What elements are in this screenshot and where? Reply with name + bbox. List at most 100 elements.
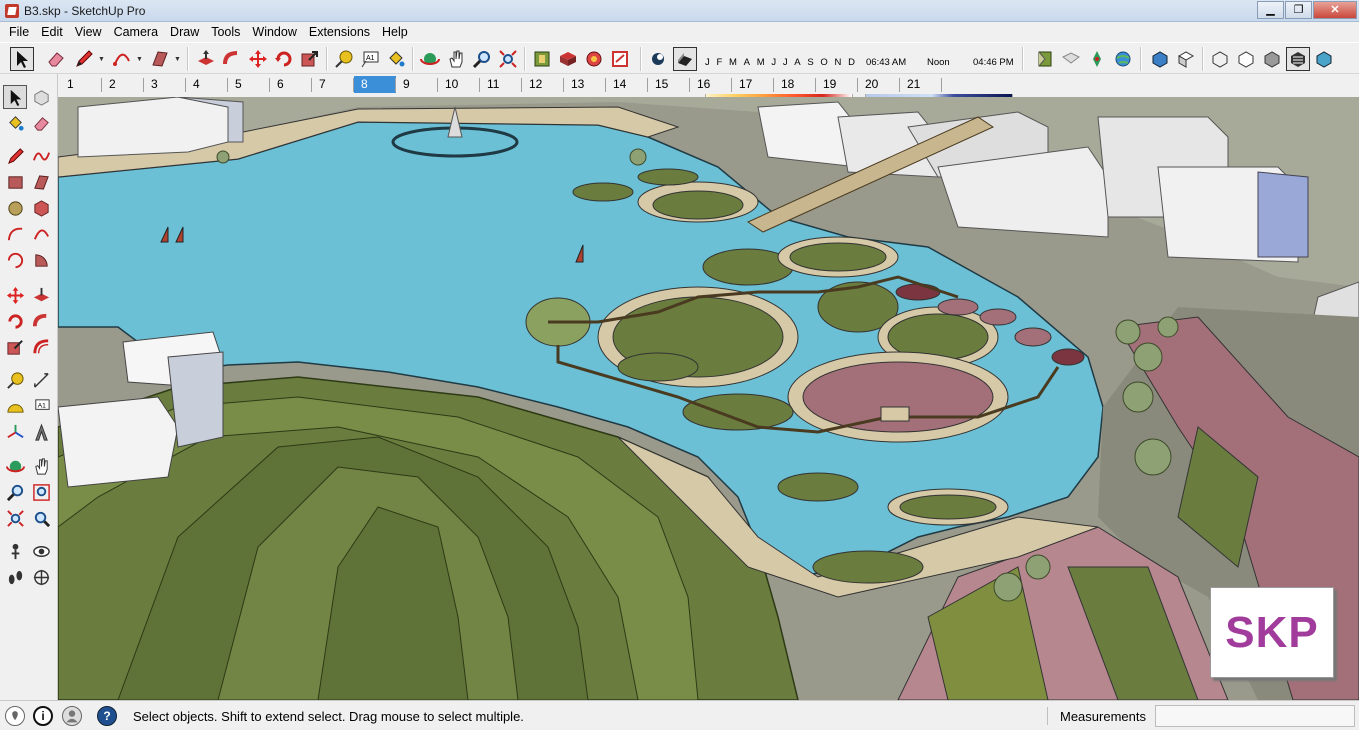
make-component-icon[interactable]: [29, 85, 53, 109]
orbit-tool-icon[interactable]: [3, 454, 27, 478]
select-tool-icon[interactable]: [10, 47, 34, 71]
user-account-icon[interactable]: [62, 706, 82, 726]
tape-measure-tool-icon[interactable]: [3, 368, 27, 392]
scene-tab[interactable]: 14: [606, 76, 648, 93]
shadows-toggle-icon[interactable]: [646, 47, 670, 71]
menu-help[interactable]: Help: [376, 23, 414, 41]
scale-tool-icon[interactable]: [298, 47, 322, 71]
tape-measure-tool-icon[interactable]: [332, 47, 356, 71]
orbit-tool-icon[interactable]: [418, 47, 442, 71]
text-tool-icon[interactable]: A1: [29, 394, 53, 418]
scene-tab[interactable]: 13: [564, 76, 606, 93]
dimension-tool-icon[interactable]: A1: [358, 47, 382, 71]
follow-me-tool-icon[interactable]: [29, 309, 53, 333]
scene-tab[interactable]: 7: [312, 76, 354, 93]
scene-tab[interactable]: 19: [816, 76, 858, 93]
look-around-icon[interactable]: [29, 539, 53, 563]
scene-tab[interactable]: 1: [60, 76, 102, 93]
two-point-arc-tool-icon[interactable]: [29, 222, 53, 246]
push-pull-tool-icon[interactable]: [29, 283, 53, 307]
paint-bucket-tool-icon[interactable]: [384, 47, 408, 71]
location-icon[interactable]: [1085, 47, 1109, 71]
rectangle-tool-icon[interactable]: [148, 47, 172, 71]
menu-extensions[interactable]: Extensions: [303, 23, 376, 41]
scene-tab[interactable]: 5: [228, 76, 270, 93]
scene-tab[interactable]: 6: [270, 76, 312, 93]
shadow-settings-icon[interactable]: [673, 47, 697, 71]
scene-tab[interactable]: 4: [186, 76, 228, 93]
menu-draw[interactable]: Draw: [164, 23, 205, 41]
scene-tab[interactable]: 12: [522, 76, 564, 93]
arc-tool-icon[interactable]: [3, 222, 27, 246]
scene-tab[interactable]: 8: [354, 76, 396, 93]
position-camera-icon[interactable]: [3, 539, 27, 563]
scale-tool-icon[interactable]: [3, 335, 27, 359]
rectangle-tool-icon[interactable]: [3, 170, 27, 194]
chevron-down-icon[interactable]: ▼: [136, 56, 143, 63]
protractor-tool-icon[interactable]: [3, 394, 27, 418]
model-info-icon[interactable]: i: [33, 706, 53, 726]
section-plane-tool-icon[interactable]: [29, 565, 53, 589]
dimension-tool-icon[interactable]: [29, 368, 53, 392]
zoom-tool-icon[interactable]: [470, 47, 494, 71]
menu-tools[interactable]: Tools: [205, 23, 246, 41]
model-viewport[interactable]: SKP: [58, 97, 1359, 700]
help-icon[interactable]: ?: [97, 706, 117, 726]
pencil-tool-icon[interactable]: [72, 47, 96, 71]
geo-globe-icon[interactable]: [1111, 47, 1135, 71]
rotated-rectangle-tool-icon[interactable]: [29, 170, 53, 194]
minimize-button[interactable]: ▁: [1257, 1, 1284, 19]
rotate-tool-icon[interactable]: [272, 47, 296, 71]
scene-tab[interactable]: 18: [774, 76, 816, 93]
freehand-tool-icon[interactable]: [29, 144, 53, 168]
iso-view-icon[interactable]: [1148, 47, 1172, 71]
paint-bucket-tool-icon[interactable]: [3, 111, 27, 135]
textured-style-icon[interactable]: [1286, 47, 1310, 71]
polygon-tool-icon[interactable]: [29, 196, 53, 220]
eraser-tool-icon[interactable]: [29, 111, 53, 135]
send-to-layout-icon[interactable]: [608, 47, 632, 71]
scene-tab[interactable]: 16: [690, 76, 732, 93]
pan-tool-icon[interactable]: [444, 47, 468, 71]
zoom-tool-icon[interactable]: [3, 480, 27, 504]
wireframe-style-icon[interactable]: [1234, 47, 1258, 71]
menu-camera[interactable]: Camera: [108, 23, 164, 41]
offset-tool-icon[interactable]: [29, 335, 53, 359]
menu-window[interactable]: Window: [246, 23, 302, 41]
chevron-down-icon[interactable]: ▼: [98, 56, 105, 63]
pencil-tool-icon[interactable]: [3, 144, 27, 168]
top-view-icon[interactable]: [1174, 47, 1198, 71]
measurements-input[interactable]: [1155, 705, 1355, 727]
follow-me-tool-icon[interactable]: [220, 47, 244, 71]
xray-style-icon[interactable]: [1208, 47, 1232, 71]
move-tool-icon[interactable]: [246, 47, 270, 71]
menu-view[interactable]: View: [69, 23, 108, 41]
chevron-down-icon[interactable]: ▼: [174, 56, 181, 63]
push-pull-tool-icon[interactable]: [194, 47, 218, 71]
scene-tab[interactable]: 15: [648, 76, 690, 93]
pie-tool-icon[interactable]: [29, 248, 53, 272]
close-button[interactable]: ✕: [1313, 1, 1357, 19]
maximize-button[interactable]: ❐: [1285, 1, 1312, 19]
zoom-window-tool-icon[interactable]: [29, 480, 53, 504]
pan-tool-icon[interactable]: [29, 454, 53, 478]
move-tool-icon[interactable]: [3, 283, 27, 307]
shaded-style-icon[interactable]: [1260, 47, 1284, 71]
zoom-extents-tool-icon[interactable]: [3, 506, 27, 530]
select-tool-icon[interactable]: [3, 85, 27, 109]
scene-tab[interactable]: 21: [900, 76, 942, 93]
previous-view-icon[interactable]: [29, 506, 53, 530]
3d-text-tool-icon[interactable]: [29, 420, 53, 444]
scene-tab[interactable]: 17: [732, 76, 774, 93]
extension-warehouse-icon[interactable]: [582, 47, 606, 71]
zoom-extents-tool-icon[interactable]: [496, 47, 520, 71]
rotate-tool-icon[interactable]: [3, 309, 27, 333]
warehouse-icon[interactable]: [530, 47, 554, 71]
scene-tab[interactable]: 2: [102, 76, 144, 93]
monochrome-style-icon[interactable]: [1312, 47, 1336, 71]
scene-tab[interactable]: 9: [396, 76, 438, 93]
scene-tab[interactable]: 10: [438, 76, 480, 93]
arc-tool-icon[interactable]: [110, 47, 134, 71]
scene-tab[interactable]: 3: [144, 76, 186, 93]
menu-edit[interactable]: Edit: [35, 23, 69, 41]
